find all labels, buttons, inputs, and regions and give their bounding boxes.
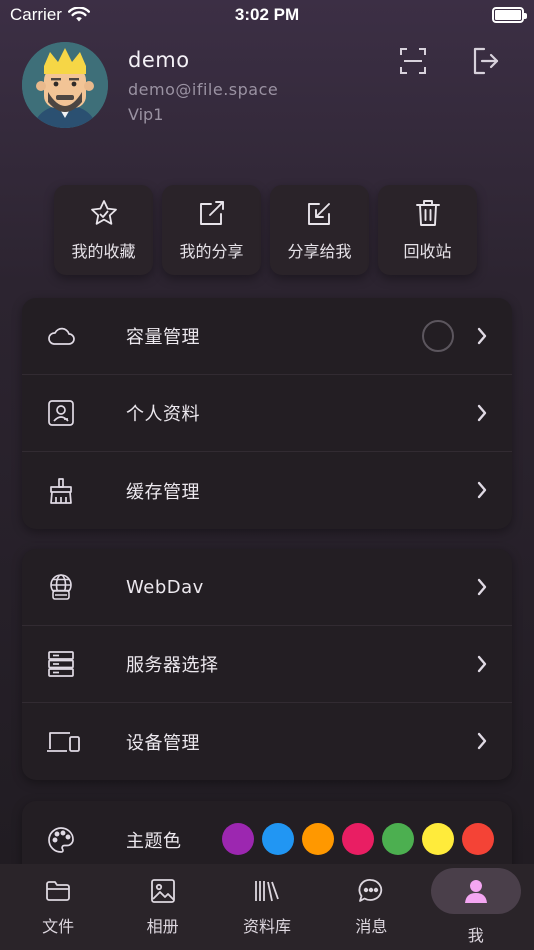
cloud-icon bbox=[48, 327, 75, 345]
devices-icon bbox=[47, 731, 80, 752]
tab-label: 消息 bbox=[355, 917, 388, 936]
tab-label: 我 bbox=[467, 926, 484, 945]
status-bar: Carrier 3:02 PM bbox=[0, 0, 534, 30]
battery-icon bbox=[492, 7, 527, 23]
theme-color-swatch[interactable] bbox=[342, 823, 374, 855]
menu-item-webdav[interactable]: WebDav bbox=[22, 549, 512, 626]
menu-item-devices[interactable]: 设备管理 bbox=[22, 703, 512, 780]
photo-icon bbox=[150, 879, 175, 903]
favorites-label: 我的收藏 bbox=[71, 242, 136, 261]
logout-icon[interactable] bbox=[468, 44, 502, 78]
theme-color-swatch[interactable] bbox=[302, 823, 334, 855]
menu-item-label: 服务器选择 bbox=[126, 655, 219, 676]
library-icon bbox=[255, 881, 279, 902]
menu-item-label: 容量管理 bbox=[126, 327, 200, 348]
tab-library[interactable]: 资料库 bbox=[219, 870, 315, 944]
shared-with-me-button[interactable]: 分享给我 bbox=[270, 185, 369, 275]
chevron-right-icon bbox=[477, 655, 487, 673]
star-icon bbox=[90, 200, 117, 225]
chevron-right-icon bbox=[477, 578, 487, 596]
tab-label: 资料库 bbox=[242, 917, 291, 936]
theme-color-swatch[interactable] bbox=[462, 823, 494, 855]
menu-item-cache[interactable]: 缓存管理 bbox=[22, 452, 512, 529]
tab-me-pill[interactable] bbox=[430, 868, 521, 914]
menu-item-label: WebDav bbox=[126, 576, 204, 598]
shared-with-me-label: 分享给我 bbox=[287, 242, 352, 261]
tab-label: 相册 bbox=[146, 917, 179, 936]
folder-icon bbox=[46, 881, 71, 901]
tab-messages[interactable]: 消息 bbox=[323, 870, 419, 944]
menu-item-server-select[interactable]: 服务器选择 bbox=[22, 626, 512, 703]
chevron-right-icon bbox=[477, 327, 487, 345]
menu-item-label: 设备管理 bbox=[126, 732, 200, 754]
chevron-right-icon bbox=[477, 404, 487, 422]
broom-icon bbox=[50, 477, 72, 504]
server-icon bbox=[48, 651, 74, 677]
theme-color-swatches bbox=[222, 823, 494, 855]
theme-color-swatch[interactable] bbox=[382, 823, 414, 855]
palette-icon bbox=[48, 826, 74, 853]
menu-item-capacity[interactable]: 容量管理 bbox=[22, 298, 512, 375]
menu-group-storage: 容量管理 个人资料 缓存管理 bbox=[22, 298, 512, 529]
recycle-bin-button[interactable]: 回收站 bbox=[378, 185, 477, 275]
share-out-icon bbox=[199, 201, 224, 225]
chevron-right-icon bbox=[477, 732, 487, 750]
menu-item-label: 缓存管理 bbox=[126, 481, 200, 503]
menu-group-server: WebDav 服务器选择 设备管理 bbox=[22, 549, 512, 780]
scan-icon[interactable] bbox=[396, 44, 430, 78]
tab-files[interactable]: 文件 bbox=[10, 870, 106, 944]
menu-item-label: 个人资料 bbox=[126, 404, 200, 425]
trash-icon bbox=[415, 200, 440, 226]
avatar-image bbox=[22, 42, 108, 128]
user-name: demo bbox=[128, 48, 190, 72]
menu-item-label: 主题色 bbox=[126, 830, 182, 852]
profile-header: demo demo@ifile.space Vip1 bbox=[22, 42, 512, 130]
theme-color-swatch[interactable] bbox=[422, 823, 454, 855]
quick-actions: 我的收藏 我的分享 分享给我 回收站 bbox=[54, 185, 477, 275]
theme-color-swatch[interactable] bbox=[262, 823, 294, 855]
my-shares-button[interactable]: 我的分享 bbox=[162, 185, 261, 275]
profile-card-icon bbox=[48, 400, 74, 426]
tab-me[interactable]: 我 bbox=[428, 868, 524, 946]
tab-bar: 文件 相册 资料库 消息 我 bbox=[0, 864, 534, 950]
message-icon bbox=[358, 879, 383, 902]
menu-item-profile[interactable]: 个人资料 bbox=[22, 375, 512, 452]
theme-color-swatch[interactable] bbox=[222, 823, 254, 855]
person-icon bbox=[464, 880, 487, 903]
my-shares-label: 我的分享 bbox=[179, 242, 244, 261]
favorites-button[interactable]: 我的收藏 bbox=[54, 185, 153, 275]
share-in-icon bbox=[307, 203, 330, 225]
tab-album[interactable]: 相册 bbox=[115, 870, 211, 944]
avatar[interactable] bbox=[22, 42, 108, 128]
carrier-label: Carrier bbox=[10, 5, 62, 24]
user-email: demo@ifile.space bbox=[128, 80, 279, 99]
tab-label: 文件 bbox=[42, 917, 75, 936]
loading-spinner bbox=[422, 320, 454, 352]
chevron-right-icon bbox=[477, 481, 487, 499]
recycle-bin-label: 回收站 bbox=[403, 242, 452, 261]
user-level: Vip1 bbox=[128, 105, 164, 124]
wifi-icon bbox=[67, 7, 90, 22]
globe-icon bbox=[50, 574, 72, 600]
